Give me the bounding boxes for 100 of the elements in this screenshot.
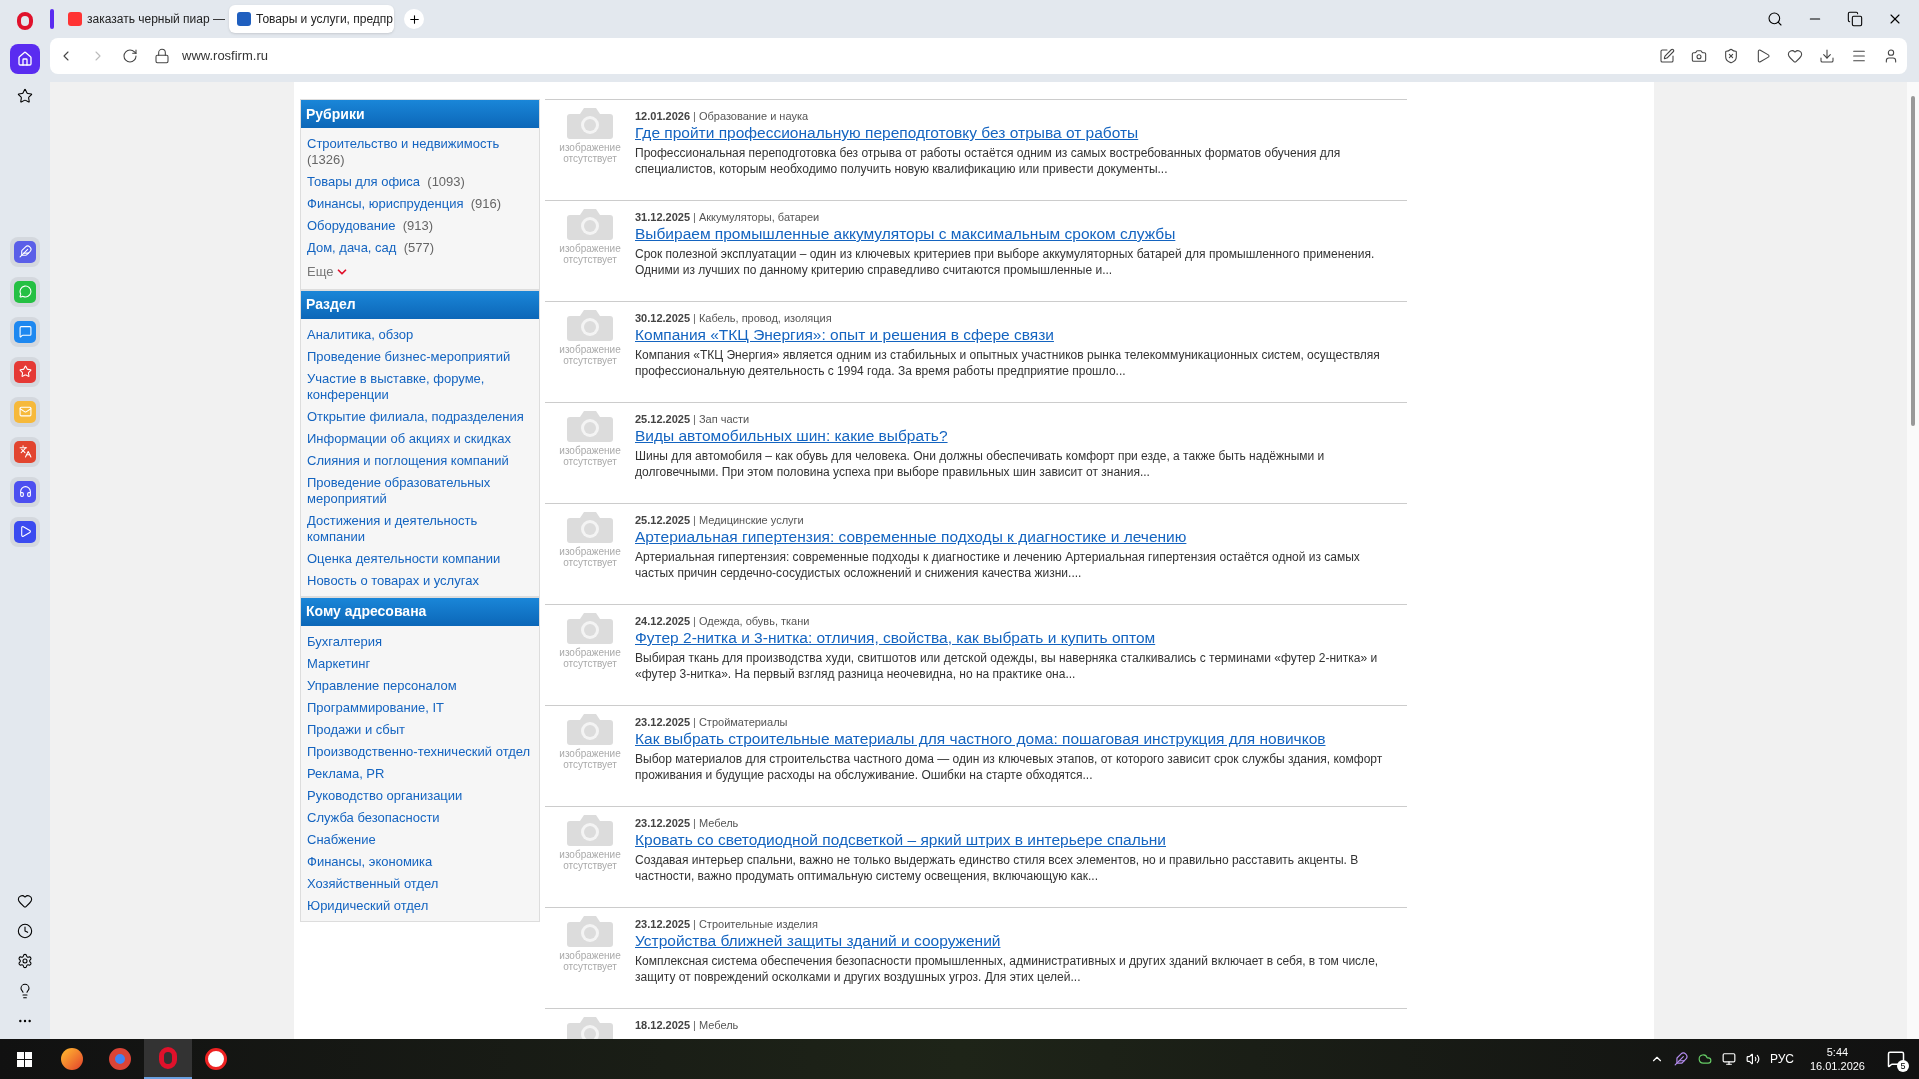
category-link[interactable]: Продажи и сбыт — [307, 718, 533, 741]
browser-logo-icon[interactable] — [17, 12, 33, 30]
clock[interactable]: 5:44 16.01.2026 — [1803, 1045, 1871, 1073]
section-header: Кому адресована — [301, 597, 539, 626]
home-icon[interactable] — [10, 44, 40, 74]
category-link[interactable]: Достижения и деятельность компании — [307, 509, 533, 548]
article-title-link[interactable]: Виды автомобильных шин: какие выбрать? — [635, 426, 1401, 445]
scrollbar-thumb[interactable] — [1911, 96, 1915, 426]
heart-icon[interactable] — [1787, 48, 1803, 64]
separator: | — [693, 413, 696, 425]
image-missing-note: изображение отсутствует — [558, 445, 622, 467]
category-link[interactable]: Товары для офиса (1093) — [307, 171, 533, 193]
history-icon[interactable] — [17, 923, 33, 939]
article-title-link[interactable]: Футер 2-нитка и 3-нитка: отличия, свойства, как выбрать и купить оптом — [635, 628, 1401, 647]
article-category: Стройматериалы — [698, 716, 788, 728]
section-header: Рубрики — [301, 100, 539, 128]
bookmarks-icon[interactable] — [17, 88, 33, 104]
reload-icon[interactable] — [122, 48, 138, 64]
category-link[interactable]: Маркетинг — [307, 652, 533, 675]
image-missing-note: изображение отсутствует — [558, 748, 622, 770]
shield-icon[interactable] — [1723, 48, 1739, 64]
separator: | — [693, 817, 696, 829]
category-link[interactable]: Участие в выставке, форуме, конференции — [307, 367, 533, 406]
category-link[interactable]: Строительство и недвижимость (1326) — [307, 133, 533, 171]
category-link[interactable]: Юридический отдел — [307, 894, 533, 917]
category-link[interactable]: Программирование, IT — [307, 696, 533, 719]
star-app-icon[interactable] — [10, 356, 40, 387]
category-link[interactable]: Бухгалтерия — [307, 630, 533, 653]
headphones-app-icon[interactable] — [10, 476, 40, 507]
feather-icon[interactable] — [1673, 1052, 1688, 1066]
category-link[interactable]: Проведение образовательных мероприятий — [307, 471, 533, 510]
category-link[interactable]: Аналитика, обзор — [307, 323, 533, 346]
download-icon[interactable] — [1819, 48, 1835, 64]
feather-app-icon[interactable] — [10, 236, 40, 267]
article-excerpt: Срок полезной эксплуатации – один из ключевых критериев при выборе аккумуляторных батарей для промышленного применения. Одними из лучших по данному критерию справедливо считаются промышленные и... — [635, 246, 1376, 278]
image-missing-note: изображение отсутствует — [558, 142, 622, 164]
article-excerpt: Профессиональная переподготовка без отрыва от работы остаётся одним из самых востребованных форматов обучения для специалистов, которым необходимо получить новую квалификацию или привести документы... — [635, 145, 1342, 177]
play-icon[interactable] — [1755, 48, 1771, 64]
separator: | — [693, 514, 696, 526]
category-link[interactable]: Новость о товарах и услугах — [307, 569, 533, 592]
camera-icon — [566, 510, 614, 544]
image-missing-note: изображение отсутствует — [558, 546, 622, 568]
article-title-link[interactable]: Где пройти профессиональную переподготовку без отрыва от работы — [635, 123, 1401, 142]
category-link[interactable]: Хозяйственный отдел — [307, 872, 533, 895]
camera-icon — [566, 914, 614, 948]
language-indicator[interactable]: РУС — [1769, 1050, 1794, 1068]
category-link[interactable]: Информации об акциях и скидках — [307, 427, 533, 450]
article-title-link[interactable]: Кровать со светодиодной подсветкой – яркий штрих в интерьере спальни — [635, 830, 1401, 849]
category-link[interactable]: Финансы, экономика — [307, 850, 533, 873]
article-title-link[interactable]: Как выбрать строительные материалы для частного дома: пошаговая инструкция для новичков — [635, 729, 1401, 748]
message-app-icon[interactable] — [10, 316, 40, 347]
browser-tab[interactable]: заказать черный пиар — — [60, 5, 225, 33]
notifications-button[interactable]: 5 — [1881, 1044, 1911, 1074]
category-link[interactable]: Проведение бизнес-мероприятий — [307, 345, 533, 368]
camera-icon — [566, 207, 614, 241]
article-title-link[interactable]: Артериальная гипертензия: современные подходы к диагностике и лечению — [635, 527, 1401, 546]
camera-icon — [566, 409, 614, 443]
lock-icon[interactable] — [154, 48, 170, 64]
play-app-icon[interactable] — [10, 516, 40, 547]
article-title-link[interactable]: Выбираем промышленные аккумуляторы с максимальным сроком службы — [635, 224, 1401, 243]
separator: | — [693, 1019, 696, 1031]
translate-app-icon[interactable] — [10, 436, 40, 467]
profile-icon[interactable] — [1883, 48, 1899, 64]
article-title-link[interactable]: Устройства ближней защиты зданий и сооружений — [635, 931, 1401, 950]
category-link[interactable]: Реклама, PR — [307, 762, 533, 785]
article-excerpt: Шины для автомобиля – как обувь для человека. Они должны обеспечивать комфорт при езде, а также быть надёжными и долговечными. При этом половина успеха при выборе правильных шин зависит от знания... — [635, 448, 1326, 480]
menu-icon[interactable] — [1851, 48, 1867, 64]
category-link[interactable]: Оборудование (913) — [307, 215, 533, 237]
category-link[interactable]: Служба безопасности — [307, 806, 533, 829]
volume-icon[interactable] — [1745, 1052, 1760, 1066]
category-link[interactable]: Производственно-технический отдел — [307, 740, 533, 763]
category-link[interactable]: Открытие филиала, подразделения — [307, 405, 533, 428]
image-missing-note: изображение отсутствует — [558, 344, 622, 366]
article-date: 18.12.2025 — [635, 1019, 691, 1031]
settings-icon[interactable] — [17, 953, 33, 969]
heart-icon[interactable] — [17, 893, 33, 909]
lightbulb-icon[interactable] — [17, 983, 33, 999]
cloud-icon[interactable] — [1697, 1052, 1712, 1066]
category-link[interactable]: Управление персоналом — [307, 674, 533, 697]
category-link[interactable]: Слияния и поглощения компаний — [307, 449, 533, 472]
camera-icon — [566, 813, 614, 847]
browser-tab[interactable]: Товары и услуги, предпр — [229, 5, 394, 33]
article-title-link[interactable]: Компания «ТКЦ Энергия»: опыт и решения в сфере связи — [635, 325, 1401, 344]
separator: | — [693, 110, 696, 122]
new-tab-button[interactable] — [404, 9, 424, 29]
address-field[interactable]: www.rosfirm.ru — [182, 46, 268, 66]
category-link[interactable]: Финансы, юриспруденция (916) — [307, 193, 533, 215]
article-category: Строительные изделия — [698, 918, 818, 930]
category-link[interactable]: Оценка деятельности компании — [307, 547, 533, 570]
camera-icon[interactable] — [1691, 48, 1707, 64]
image-missing-note: изображение отсутствует — [558, 950, 622, 972]
category-link[interactable]: Руководство организации — [307, 784, 533, 807]
category-link[interactable]: Дом, дача, сад (577) — [307, 237, 533, 259]
more-link[interactable]: Еще — [307, 259, 533, 285]
category-link[interactable]: Снабжение — [307, 828, 533, 851]
article-category: Кабель, провод, изоляция — [698, 312, 832, 324]
article-excerpt: Артериальная гипертензия: современные подходы к диагностике и лечению Артериальная гипертензия остаётся одной из самых частых причин сердечно-сосудистых осложнений и снижения качества жизни.... — [635, 549, 1361, 581]
article-date: 12.01.2026 — [635, 110, 691, 122]
article-date: 30.12.2025 — [635, 312, 691, 324]
edit-icon[interactable] — [1659, 48, 1675, 64]
